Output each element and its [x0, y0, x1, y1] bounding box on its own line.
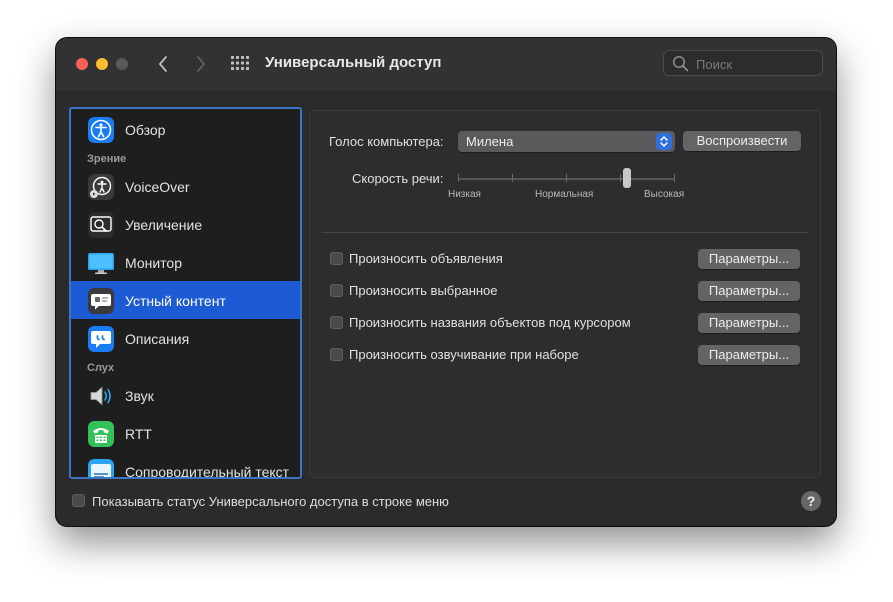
speech-rate-thumb[interactable]	[623, 168, 632, 188]
speak-pointer-options-button[interactable]: Параметры...	[698, 313, 800, 333]
speak-selection-label: Произносить выбранное	[349, 283, 498, 298]
sidebar-item-rtt[interactable]: RTT	[71, 414, 300, 452]
voice-label: Голос компьютера:	[329, 134, 444, 149]
sidebar-item-spoken-content[interactable]: Устный контент	[71, 281, 300, 319]
slider-tick	[512, 174, 513, 182]
sidebar-item-label: Описания	[125, 331, 190, 347]
slider-tick	[674, 174, 675, 182]
rate-high-label: Высокая	[644, 189, 685, 200]
captions-icon	[88, 459, 114, 477]
menu-status-label: Показывать статус Универсального доступа…	[92, 494, 449, 509]
spoken-content-icon	[88, 288, 114, 314]
sidebar-list[interactable]: Обзор Зрение VoiceOver Увеличение Монито…	[69, 107, 302, 479]
zoom-button[interactable]	[116, 58, 128, 70]
titlebar: Универсальный доступ	[56, 38, 836, 90]
typing-feedback-checkbox[interactable]	[330, 348, 343, 361]
section-header-hearing: Слух	[87, 362, 115, 374]
sidebar-item-voiceover[interactable]: VoiceOver	[71, 167, 300, 205]
section-header-vision: Зрение	[87, 153, 127, 165]
speaker-icon	[88, 383, 114, 409]
search-field[interactable]	[663, 50, 823, 76]
divider	[322, 232, 808, 233]
typing-feedback-options-button[interactable]: Параметры...	[698, 345, 800, 365]
forward-button[interactable]	[188, 52, 212, 76]
grid-icon	[231, 56, 249, 70]
play-button[interactable]: Воспроизвести	[683, 131, 801, 151]
sidebar-item-label: Устный контент	[125, 293, 226, 309]
sidebar-item-label: VoiceOver	[125, 179, 190, 195]
speech-rate-label: Скорость речи:	[352, 171, 444, 186]
spoken-content-panel: Голос компьютера: Милена Воспроизвести С…	[309, 110, 821, 478]
accessibility-icon	[88, 117, 114, 143]
slider-tick	[566, 174, 567, 182]
rtt-phone-icon	[88, 421, 114, 447]
descriptions-icon	[88, 326, 114, 352]
slider-tick	[620, 174, 621, 182]
sidebar-item-descriptions[interactable]: Описания	[71, 319, 300, 357]
sidebar-item-sound[interactable]: Звук	[71, 376, 300, 414]
announcements-options-button[interactable]: Параметры...	[698, 249, 800, 269]
sidebar-item-zoom[interactable]: Увеличение	[71, 205, 300, 243]
speak-pointer-checkbox[interactable]	[330, 316, 343, 329]
chevron-right-icon	[197, 56, 205, 72]
sidebar-item-label: Обзор	[125, 122, 166, 138]
typing-feedback-label: Произносить озвучивание при наборе	[349, 347, 579, 362]
sidebar-item-captions[interactable]: Сопроводительный текст	[71, 452, 300, 479]
minimize-button[interactable]	[96, 58, 108, 70]
sidebar-item-label: Сопроводительный текст	[125, 464, 290, 479]
close-button[interactable]	[76, 58, 88, 70]
rate-normal-label: Нормальная	[535, 189, 594, 200]
speak-selection-checkbox[interactable]	[330, 284, 343, 297]
sidebar-item-overview[interactable]: Обзор	[71, 110, 300, 148]
sidebar-item-label: RTT	[125, 426, 152, 442]
rate-low-label: Низкая	[448, 189, 481, 200]
speak-pointer-label: Произносить названия объектов под курсор…	[349, 315, 631, 330]
speak-selection-options-button[interactable]: Параметры...	[698, 281, 800, 301]
search-icon	[672, 55, 689, 72]
window-title: Универсальный доступ	[265, 54, 442, 71]
preferences-window: Универсальный доступ Обзор Зрение VoiceO…	[56, 38, 836, 526]
zoom-icon	[88, 212, 114, 238]
help-button[interactable]: ?	[801, 491, 821, 511]
voice-value: Милена	[466, 134, 514, 149]
slider-tick	[458, 174, 459, 182]
voiceover-icon	[88, 174, 114, 200]
show-all-button[interactable]	[231, 56, 249, 70]
announcements-label: Произносить объявления	[349, 251, 503, 266]
sidebar-item-label: Звук	[125, 388, 154, 404]
sidebar-item-label: Увеличение	[125, 217, 203, 233]
chevron-left-icon	[159, 56, 167, 72]
announcements-checkbox[interactable]	[330, 252, 343, 265]
search-input[interactable]	[694, 54, 818, 74]
back-button[interactable]	[152, 52, 176, 76]
voice-popup[interactable]: Милена	[458, 131, 675, 152]
menu-status-checkbox[interactable]	[72, 494, 85, 507]
sidebar-item-monitor[interactable]: Монитор	[71, 243, 300, 281]
monitor-icon	[88, 250, 114, 276]
sidebar-item-label: Монитор	[125, 255, 182, 271]
updown-arrows-icon	[656, 133, 672, 150]
